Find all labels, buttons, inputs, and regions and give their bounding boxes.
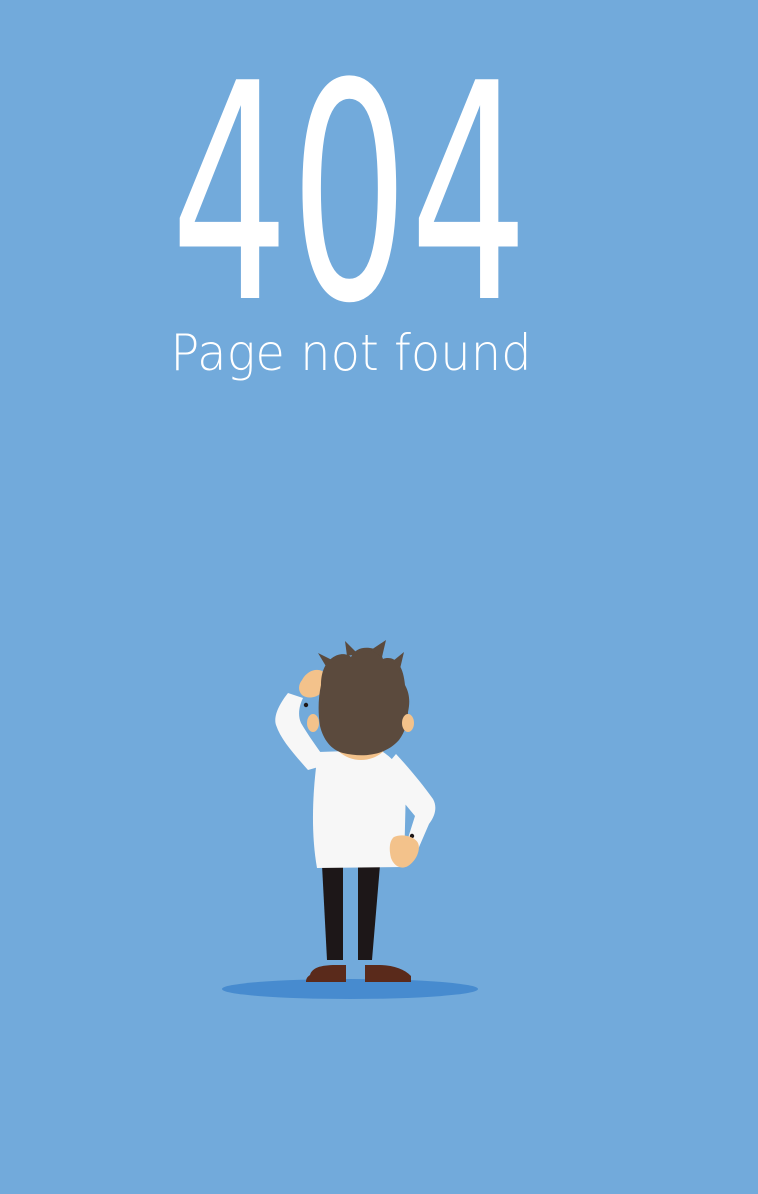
error-message: Page not found: [170, 324, 532, 382]
confused-person-illustration: [210, 640, 500, 1010]
left-leg: [322, 865, 343, 960]
left-cuff-button: [303, 702, 309, 708]
error-code: 404: [170, 20, 530, 369]
right-ear: [402, 714, 414, 732]
right-hand: [389, 835, 419, 868]
right-leg: [358, 865, 380, 960]
shadow-ellipse: [222, 979, 478, 999]
left-ear: [307, 714, 319, 732]
left-shoe: [306, 965, 346, 982]
right-shoe: [365, 965, 411, 982]
hair-spike-2: [345, 641, 358, 656]
